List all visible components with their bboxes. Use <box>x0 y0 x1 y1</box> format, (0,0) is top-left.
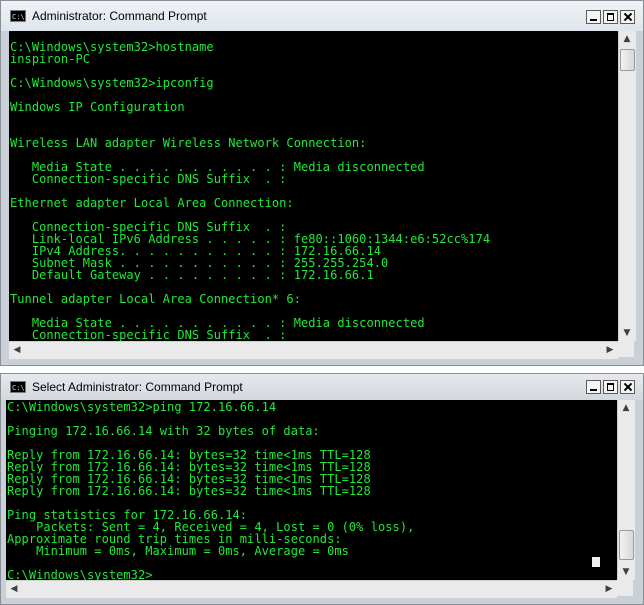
close-button[interactable] <box>620 10 635 24</box>
size-grip[interactable] <box>618 341 634 357</box>
console-output[interactable]: C:\Windows\system32>ping 172.16.66.14 Pin… <box>6 400 617 580</box>
cmd-app-icon: C:\ <box>10 381 26 393</box>
console-line: C:\Windows\system32>ipconfig <box>10 76 214 90</box>
size-grip[interactable] <box>617 580 633 596</box>
console-lines: C:\Windows\system32>hostname inspiron-PC C… <box>10 41 490 341</box>
console-output[interactable]: C:\Windows\system32>hostname inspiron-PC C… <box>9 31 618 341</box>
window-title: Select Administrator: Command Prompt <box>32 380 243 394</box>
console-line: Connection-specific DNS Suffix . : <box>10 172 287 186</box>
console-line: Minimum = 0ms, Maximum = 0ms, Average = … <box>7 544 349 558</box>
title-bar[interactable]: C:\ Select Administrator: Command Prompt <box>1 374 643 400</box>
close-button[interactable] <box>620 380 635 394</box>
command-prompt-window-bottom[interactable]: C:\ Select Administrator: Command Prompt… <box>0 373 644 605</box>
console-line: inspiron-PC <box>10 52 91 66</box>
scroll-right-icon[interactable]: ▶ <box>601 581 617 597</box>
console-line: Pinging 172.16.66.14 with 32 bytes of da… <box>7 424 320 438</box>
scroll-up-icon[interactable]: ▲ <box>618 400 634 416</box>
scroll-down-icon[interactable]: ▼ <box>619 325 635 341</box>
horizontal-scrollbar[interactable]: ◀ ▶ <box>6 580 617 598</box>
command-prompt-window-top[interactable]: C:\ Administrator: Command Prompt C:\Win… <box>0 0 644 366</box>
scroll-thumb[interactable] <box>619 530 634 560</box>
vertical-scrollbar[interactable]: ▲ ▼ <box>617 400 635 580</box>
maximize-button[interactable] <box>603 380 618 394</box>
console-line: Reply from 172.16.66.14: bytes=32 time<1… <box>7 484 371 498</box>
console-line: Ethernet adapter Local Area Connection: <box>10 196 294 210</box>
scroll-down-icon[interactable]: ▼ <box>618 564 634 580</box>
scroll-left-icon[interactable]: ◀ <box>9 342 25 358</box>
window-title: Administrator: Command Prompt <box>32 9 207 23</box>
console-line: C:\Windows\system32>ping 172.16.66.14 <box>7 400 277 414</box>
console-line: Wireless LAN adapter Wireless Network Co… <box>10 136 367 150</box>
maximize-button[interactable] <box>603 10 618 24</box>
cmd-app-icon: C:\ <box>10 10 26 22</box>
scroll-right-icon[interactable]: ▶ <box>602 342 618 358</box>
horizontal-scrollbar[interactable]: ◀ ▶ <box>9 341 618 359</box>
scroll-thumb[interactable] <box>620 49 635 71</box>
console-line: C:\Windows\system32>_ <box>7 568 160 580</box>
console-line: Tunnel adapter Local Area Connection* 6: <box>10 292 301 306</box>
console-line: Connection-specific DNS Suffix . : <box>10 328 287 341</box>
console-lines: C:\Windows\system32>ping 172.16.66.14 Pin… <box>7 401 414 580</box>
vertical-scrollbar[interactable]: ▲ ▼ <box>618 31 636 341</box>
minimize-button[interactable] <box>586 380 601 394</box>
scroll-left-icon[interactable]: ◀ <box>6 581 22 597</box>
scroll-up-icon[interactable]: ▲ <box>619 31 635 47</box>
console-line: Windows IP Configuration <box>10 100 185 114</box>
minimize-button[interactable] <box>586 10 601 24</box>
text-cursor <box>592 557 600 567</box>
console-line: Default Gateway . . . . . . . . . : 172.… <box>10 268 374 282</box>
title-bar[interactable]: C:\ Administrator: Command Prompt <box>1 1 643 31</box>
